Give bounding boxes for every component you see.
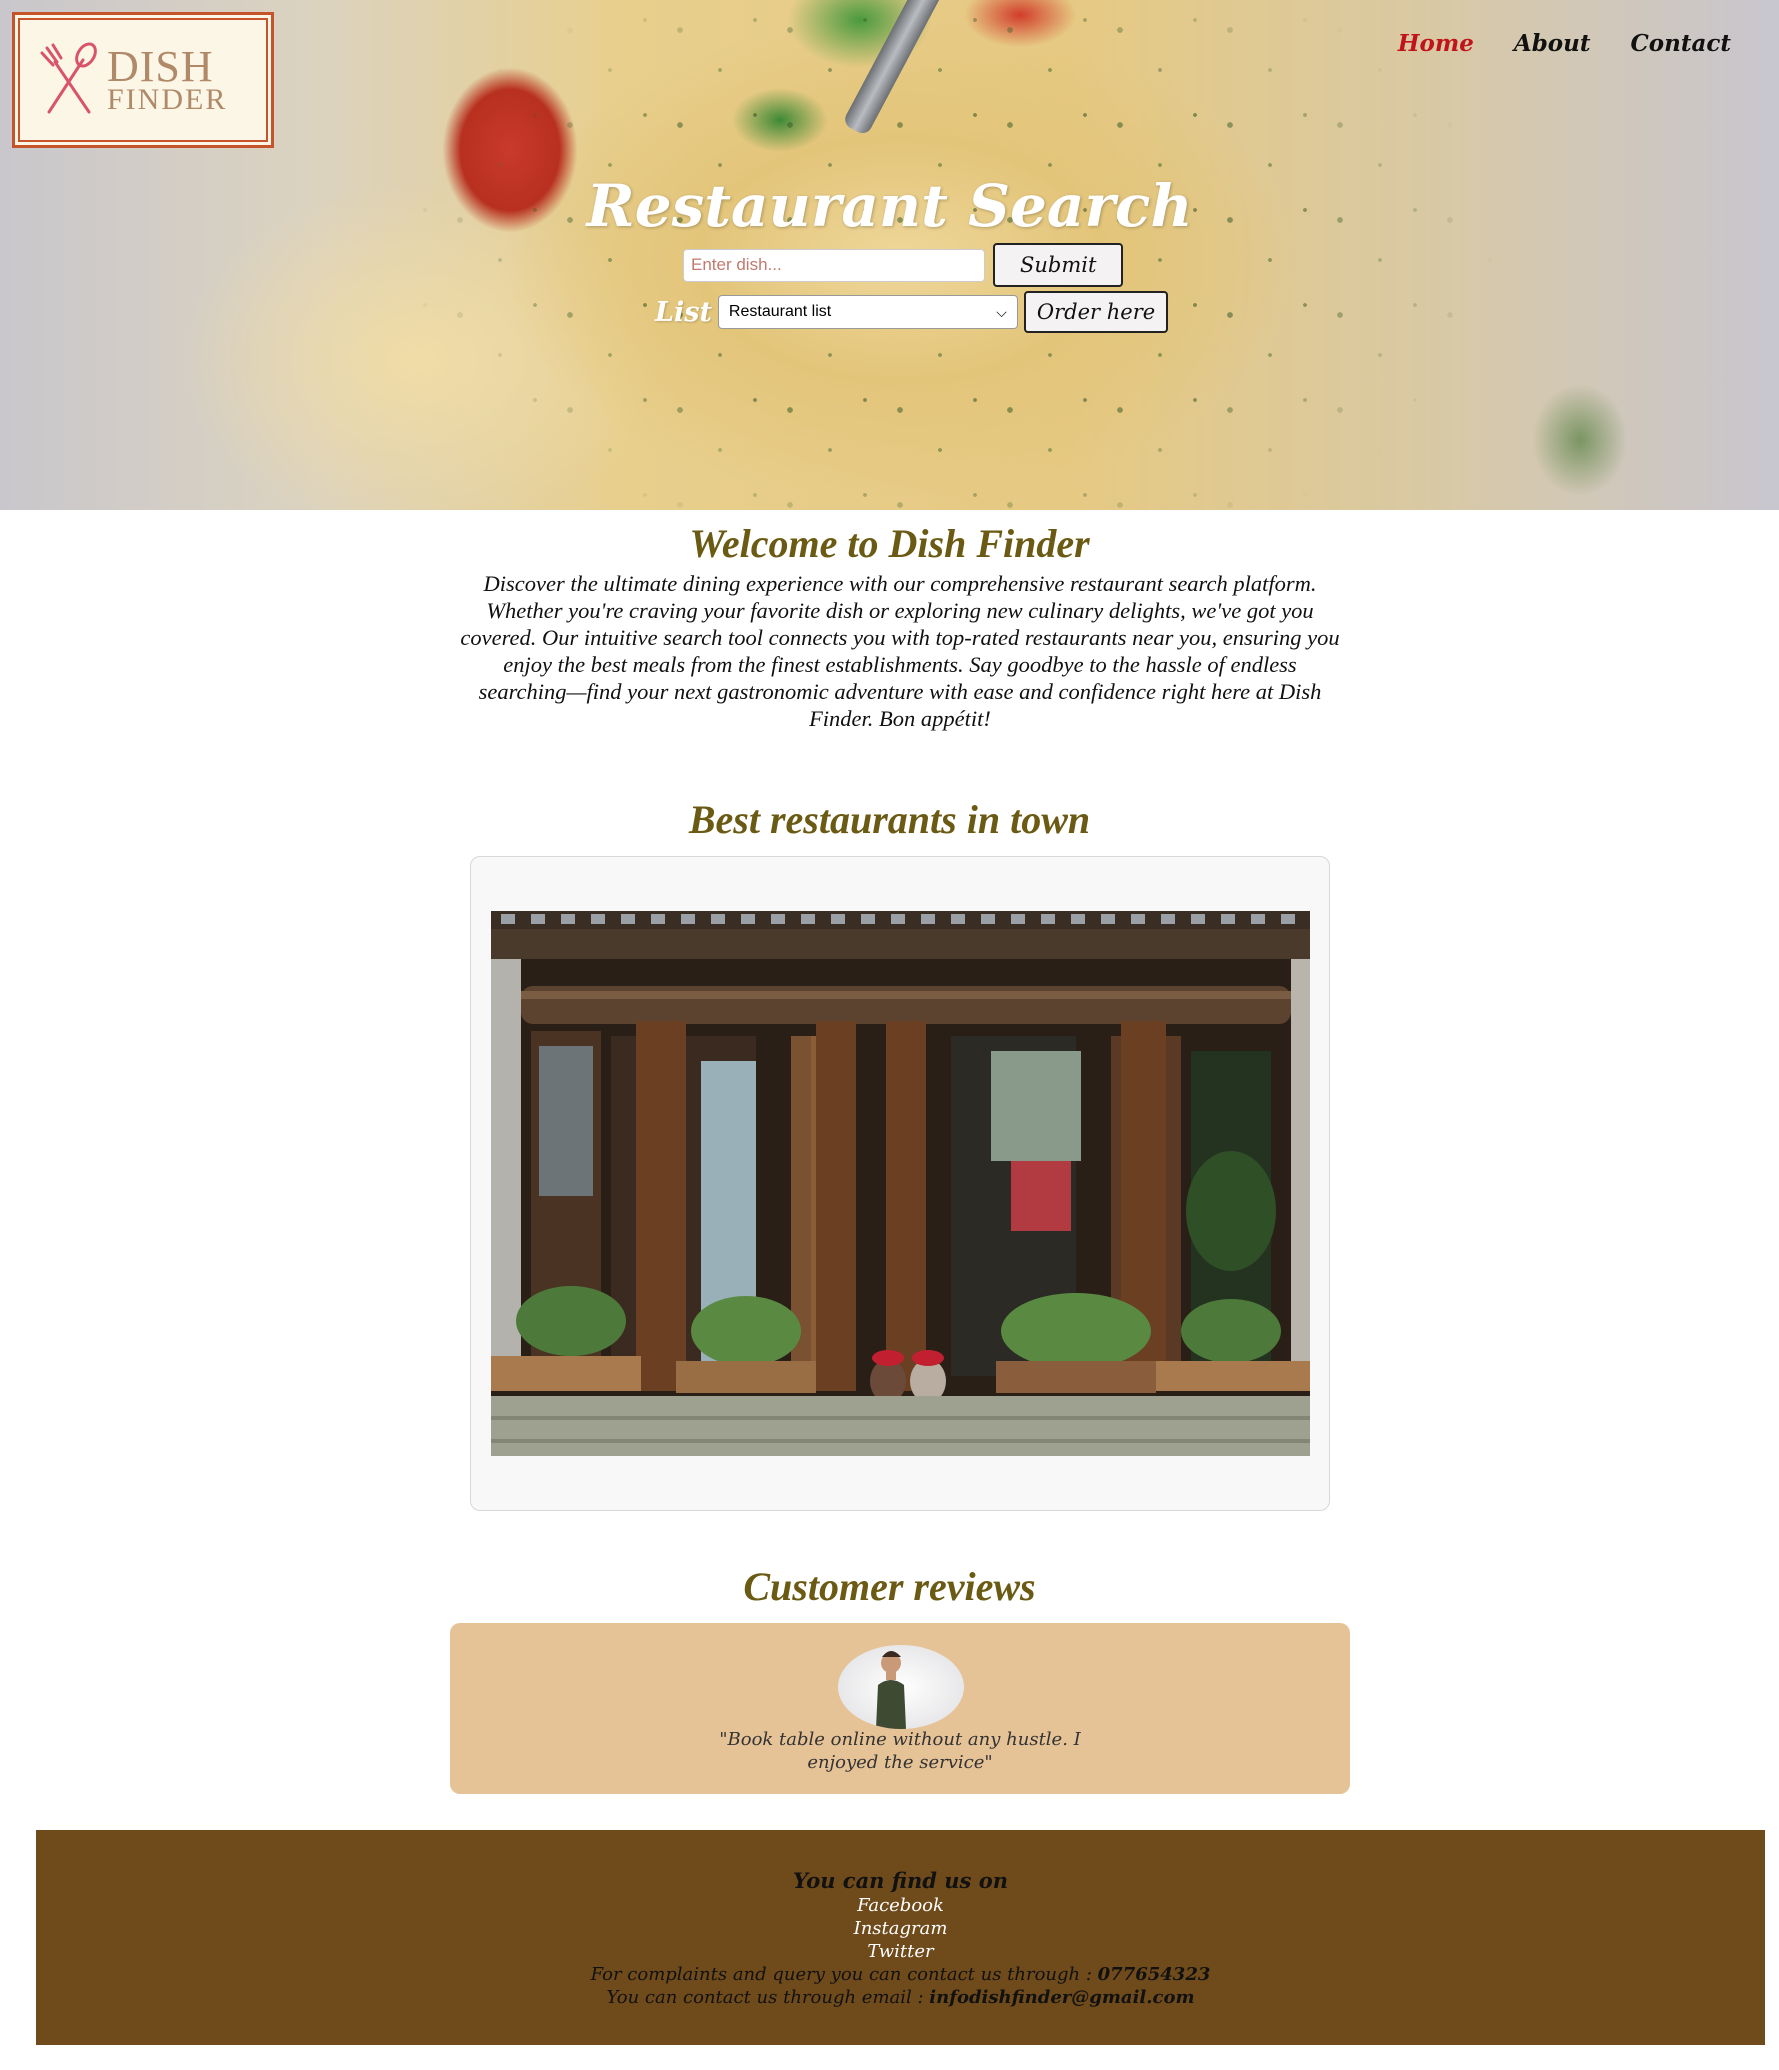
chevron-down-icon: ⌵: [996, 303, 1007, 320]
hero-title: Restaurant Search: [586, 172, 1193, 240]
order-here-button[interactable]: Order here: [1023, 291, 1169, 333]
complaints-label: For complaints and query you can contact…: [590, 1964, 1098, 1985]
customer-reviews-title: Customer reviews: [743, 1564, 1036, 1609]
select-value: Restaurant list: [728, 303, 832, 320]
reviewer-avatar: [838, 1645, 964, 1729]
main-nav: Home About Contact: [1398, 30, 1731, 57]
list-row: List Restaurant list ⌵ Order here: [655, 291, 1169, 333]
nav-home-link[interactable]: Home: [1398, 30, 1474, 57]
review-quote: "Book table online without any hustle. I…: [719, 1729, 1081, 1773]
facebook-link[interactable]: Facebook: [36, 1894, 1765, 1917]
hero-banner: DISH FINDER Home About Contact Restauran…: [0, 0, 1779, 510]
welcome-title: Welcome to Dish Finder: [689, 521, 1090, 566]
restaurant-list-select[interactable]: Restaurant list ⌵: [717, 295, 1018, 329]
search-row: Submit: [683, 243, 1124, 287]
nav-contact-link[interactable]: Contact: [1630, 30, 1731, 57]
restaurant-photo: [491, 911, 1310, 1456]
instagram-link[interactable]: Instagram: [36, 1917, 1765, 1940]
logo-text: DISH FINDER: [107, 45, 227, 115]
complaints-line: For complaints and query you can contact…: [36, 1963, 1765, 1986]
list-label: List: [655, 296, 712, 328]
contact-email[interactable]: infodishfinder@gmail.com: [929, 1987, 1194, 2008]
footer-title: You can find us on: [793, 1868, 1008, 1893]
welcome-text: Discover the ultimate dining experience …: [460, 571, 1340, 731]
restaurant-storefront-image: [491, 911, 1310, 1456]
submit-button[interactable]: Submit: [993, 243, 1124, 287]
review-card: "Book table online without any hustle. I…: [450, 1623, 1350, 1794]
restaurant-card: [470, 856, 1330, 1511]
logo[interactable]: DISH FINDER: [12, 12, 274, 148]
contact-phone: 077654323: [1097, 1964, 1211, 1985]
fork-knife-icon: [40, 42, 97, 114]
twitter-link[interactable]: Twitter: [36, 1940, 1765, 1963]
logo-line-2: FINDER: [107, 83, 228, 116]
dish-search-input[interactable]: [683, 248, 985, 282]
email-line: You can contact us through email : infod…: [36, 1986, 1765, 2009]
nav-about-link[interactable]: About: [1514, 30, 1591, 57]
footer: You can find us on Facebook Instagram Tw…: [36, 1830, 1765, 2045]
email-label: You can contact us through email :: [606, 1987, 930, 2008]
best-restaurants-title: Best restaurants in town: [688, 797, 1091, 842]
